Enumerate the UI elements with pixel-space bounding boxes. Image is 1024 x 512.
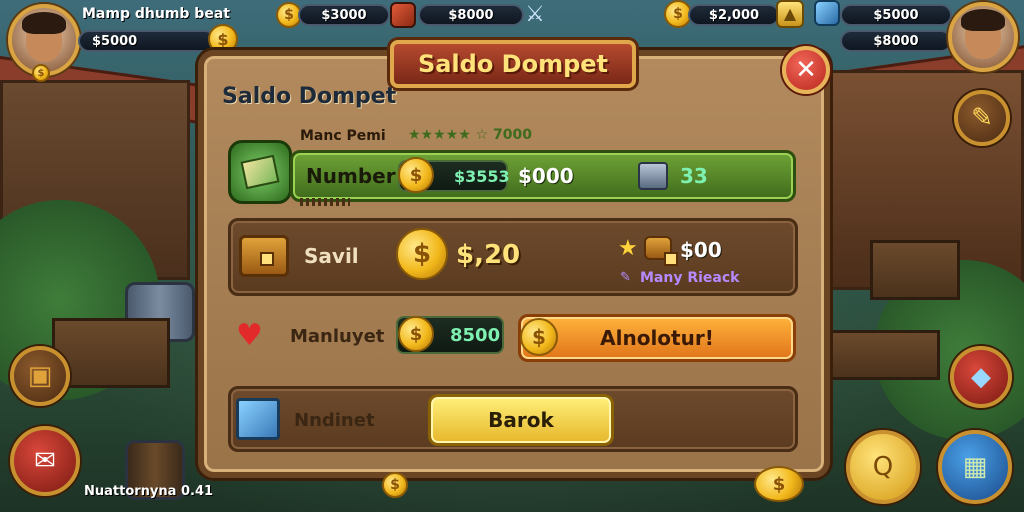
chest-count: 33 bbox=[680, 164, 708, 188]
saldo-value: $,20 bbox=[456, 240, 521, 270]
shop-button[interactable]: ▦ bbox=[938, 430, 1012, 504]
coins-top-pill: $3000 bbox=[298, 4, 390, 26]
right-value-2-pill: $5000 bbox=[840, 4, 952, 26]
coin-icon: $ bbox=[396, 228, 448, 280]
banknote-icon bbox=[240, 154, 280, 190]
quill-icon: ✎ bbox=[971, 103, 993, 133]
map-button[interactable]: ◆ bbox=[950, 346, 1012, 408]
opponent-avatar[interactable] bbox=[948, 2, 1018, 72]
coin-icon: $ bbox=[382, 472, 408, 498]
player-coins-pill: $5000 bbox=[78, 30, 216, 52]
star-icon: ★ bbox=[618, 236, 638, 261]
coin-icon: $ bbox=[520, 318, 558, 356]
number-label: Number bbox=[306, 164, 396, 188]
chest-graphic bbox=[239, 235, 289, 277]
bottom-label: Nndinet bbox=[294, 410, 375, 431]
player-name: Mamp dhumb beat bbox=[82, 6, 230, 22]
upgrade-icon[interactable]: ▲ bbox=[776, 0, 804, 28]
search-icon: Q bbox=[872, 452, 894, 482]
bottom-left-status: Nuattornyna 0.41 bbox=[84, 484, 214, 499]
bench-right bbox=[830, 330, 940, 380]
buy-button[interactable]: Alnolotur! bbox=[518, 314, 796, 362]
market-coin-value: 8500 bbox=[450, 324, 501, 346]
chest-icon bbox=[638, 162, 668, 190]
confirm-button-label: Barok bbox=[488, 408, 554, 432]
coin-icon: $ bbox=[398, 157, 434, 193]
number-coin-value: $3553 bbox=[454, 166, 510, 186]
close-button[interactable]: ✕ bbox=[782, 46, 830, 94]
pen-icon: ✎ bbox=[620, 270, 631, 285]
cash-icon: ▦ bbox=[962, 452, 988, 482]
envelope-icon: ✉ bbox=[34, 446, 56, 476]
swords-icon[interactable]: ⚔ bbox=[522, 2, 548, 28]
gift-box-icon bbox=[236, 398, 280, 440]
coin-icon: $ bbox=[754, 466, 804, 502]
map-icon: ◆ bbox=[971, 362, 991, 392]
header-stars: ★★★★★ ☆ 7000 bbox=[408, 127, 533, 143]
right-value-1-pill: $2,000 bbox=[688, 4, 780, 26]
heart-icon: ♥ bbox=[236, 318, 263, 353]
saldo-sub-label: Many Rieack bbox=[640, 270, 740, 286]
cash-pack-icon bbox=[228, 140, 292, 204]
confirm-button[interactable]: Barok bbox=[428, 394, 614, 446]
player-face bbox=[22, 12, 66, 62]
market-label: Manluyet bbox=[290, 326, 385, 347]
dialog-banner: Saldo Dompet bbox=[390, 40, 636, 88]
right-value-3-pill: $8000 bbox=[840, 30, 952, 52]
search-button[interactable]: Q bbox=[846, 430, 920, 504]
level-badge-icon: $ bbox=[32, 64, 50, 82]
saldo-star-value: $00 bbox=[680, 238, 722, 262]
quest-button[interactable]: ✎ bbox=[954, 90, 1010, 146]
inventory-button[interactable]: ▣ bbox=[10, 346, 70, 406]
gem-icon bbox=[814, 0, 840, 26]
meat-icon bbox=[390, 2, 416, 28]
gems-top-pill: $8000 bbox=[418, 4, 524, 26]
panel-title: Saldo Dompet bbox=[222, 84, 397, 109]
treasure-chest-icon: ▣ bbox=[27, 361, 53, 391]
crate-right bbox=[870, 240, 960, 300]
header-label: Manc Pemi bbox=[300, 128, 386, 144]
number-amount: $000 bbox=[518, 164, 574, 188]
opponent-face bbox=[961, 9, 1005, 59]
mail-button[interactable]: ✉ bbox=[10, 426, 80, 496]
small-chest-icon bbox=[644, 236, 678, 266]
saldo-label: Savil bbox=[304, 244, 359, 268]
close-icon: ✕ bbox=[795, 55, 817, 85]
buy-button-label: Alnolotur! bbox=[600, 326, 714, 350]
treasure-chest-icon bbox=[236, 230, 292, 282]
coin-icon: $ bbox=[398, 316, 434, 352]
number-divider bbox=[300, 198, 350, 206]
